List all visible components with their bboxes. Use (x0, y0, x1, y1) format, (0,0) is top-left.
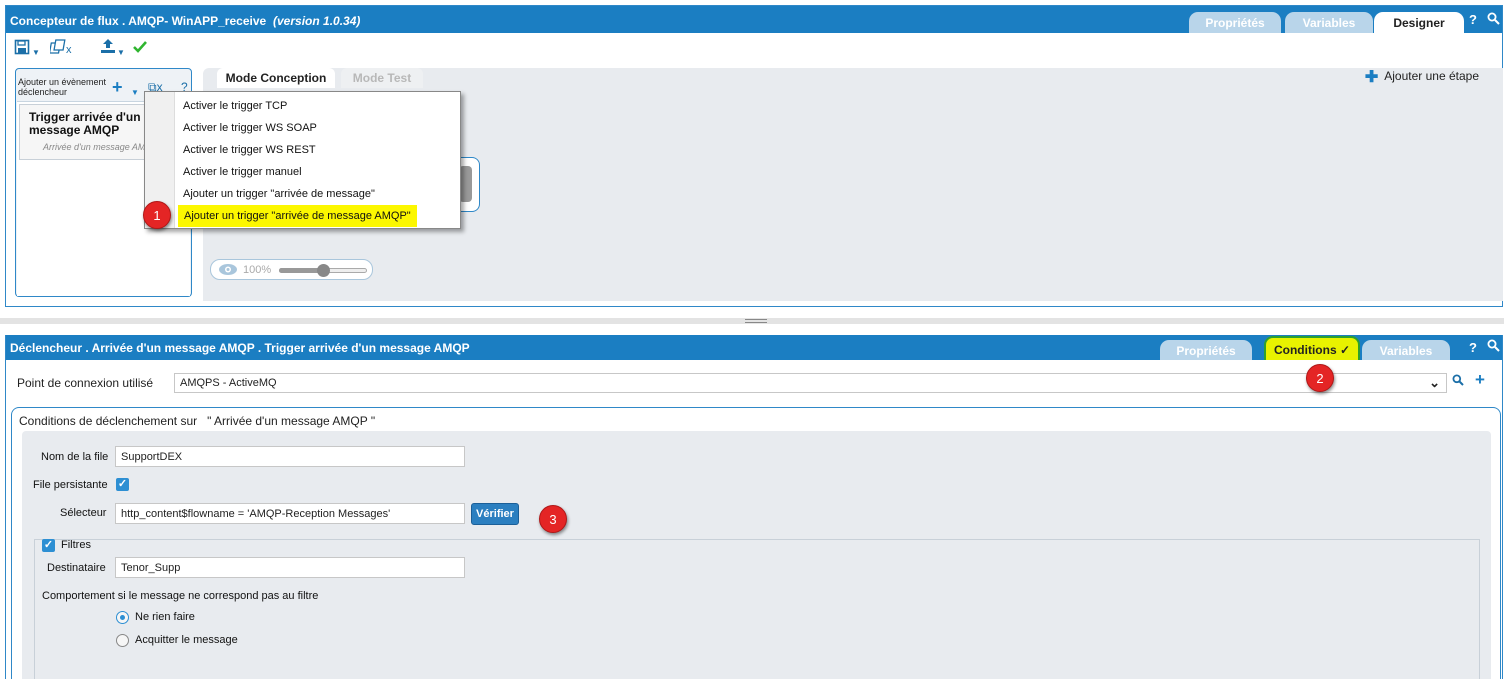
tab-mode-test[interactable]: Mode Test (341, 68, 423, 88)
dropdown-arrow-icon[interactable]: ▼ (32, 48, 40, 57)
checkmark-icon[interactable] (132, 39, 148, 60)
dropdown-arrow-icon[interactable]: ▼ (117, 48, 125, 57)
trigger-item-subtitle: Arrivée d'un message AMQP (43, 142, 159, 152)
tab-designer[interactable]: Designer (1374, 12, 1464, 33)
recipient-label: Destinataire (47, 562, 106, 574)
selector-label: Sélecteur (60, 507, 107, 519)
tab-variables[interactable]: Variables (1285, 12, 1373, 33)
filters-checkbox[interactable]: ✓ (42, 539, 55, 552)
trigger-dropdown-menu: Activer le trigger TCP Activer le trigge… (144, 91, 461, 229)
splitter-grip[interactable] (745, 319, 767, 323)
save-icon[interactable] (14, 39, 30, 60)
queue-name-input[interactable]: SupportDEX (115, 446, 465, 467)
copy-delete-icon[interactable]: x (48, 39, 76, 60)
radio-acknowledge[interactable] (116, 634, 129, 647)
zoom-search-icon[interactable] (1487, 12, 1500, 28)
tab-proprietes[interactable]: Propriétés (1189, 12, 1281, 33)
add-trigger-plus-icon[interactable]: + (112, 78, 123, 96)
tab-mode-conception[interactable]: Mode Conception (217, 68, 335, 88)
plus-icon: ✚ (1364, 69, 1379, 86)
persistent-label: File persistante (33, 479, 108, 491)
step-badge-2: 2 (1306, 364, 1334, 392)
zoom-slider-knob[interactable] (317, 264, 330, 277)
radio-acknowledge-label[interactable]: Acquitter le message (135, 634, 238, 646)
step-badge-3: 3 (539, 505, 567, 533)
connection-value: AMQPS - ActiveMQ (180, 377, 277, 389)
radio-do-nothing-label[interactable]: Ne rien faire (135, 611, 195, 623)
svg-text:x: x (66, 44, 72, 55)
selector-input[interactable]: http_content$flowname = 'AMQP-Reception … (115, 503, 465, 524)
add-step-label: Ajouter une étape (1384, 69, 1479, 83)
chevron-down-icon: ⌄ (1429, 375, 1440, 390)
help-icon[interactable]: ? (1469, 12, 1477, 27)
trigger-details-title: Déclencheur . Arrivée d'un message AMQP … (10, 341, 470, 355)
add-trigger-label: Ajouter un évènement déclencheur (18, 77, 107, 97)
upload-icon[interactable] (100, 38, 116, 59)
panel-splitter[interactable] (0, 318, 1504, 324)
tab-proprietes[interactable]: Propriétés (1160, 340, 1252, 360)
queue-name-label: Nom de la file (41, 451, 109, 463)
tab-conditions[interactable]: Conditions ✓ (1264, 336, 1360, 360)
conditions-title: Conditions de déclenchement sur " Arrivé… (19, 414, 376, 428)
flow-designer-titlebar: Concepteur de flux . AMQP- WinAPP_receiv… (6, 6, 1502, 33)
connection-select[interactable]: AMQPS - ActiveMQ ⌄ (174, 373, 1447, 393)
filters-label: Filtres (61, 539, 91, 551)
version-label: (version 1.0.34) (273, 14, 361, 28)
connection-label: Point de connexion utilisé (17, 376, 154, 390)
step-badge-1: 1 (143, 201, 171, 229)
verify-button[interactable]: Vérifier (471, 503, 519, 525)
add-step-button[interactable]: ✚ Ajouter une étape (1365, 67, 1479, 87)
zoom-percent: 100% (243, 264, 272, 276)
radio-do-nothing[interactable] (116, 611, 129, 624)
flow-designer-title: Concepteur de flux . AMQP- WinAPP_receiv… (10, 14, 267, 28)
behavior-label: Comportement si le message ne correspond… (42, 590, 319, 602)
trigger-details-titlebar: Déclencheur . Arrivée d'un message AMQP … (6, 335, 1502, 360)
persistent-checkbox[interactable]: ✓ (116, 478, 129, 491)
menu-item-ws-soap[interactable]: Activer le trigger WS SOAP (183, 119, 317, 137)
menu-item-manual[interactable]: Activer le trigger manuel (183, 163, 302, 181)
recipient-input[interactable]: Tenor_Supp (115, 557, 465, 578)
eye-icon (218, 263, 238, 279)
menu-item-ws-rest[interactable]: Activer le trigger WS REST (183, 141, 316, 159)
zoom-control[interactable]: 100% (210, 259, 373, 280)
menu-item-tcp[interactable]: Activer le trigger TCP (183, 97, 287, 115)
help-icon[interactable]: ? (1469, 340, 1477, 355)
menu-item-message-arrival[interactable]: Ajouter un trigger "arrivée de message" (183, 185, 375, 203)
dropdown-arrow-icon[interactable]: ▼ (131, 88, 139, 97)
zoom-search-icon[interactable] (1487, 339, 1500, 355)
add-connection-plus-icon[interactable]: + (1475, 370, 1485, 390)
tab-variables[interactable]: Variables (1362, 340, 1450, 360)
menu-item-amqp-message-arrival[interactable]: Ajouter un trigger "arrivée de message A… (178, 205, 417, 227)
search-icon[interactable] (1452, 374, 1464, 389)
